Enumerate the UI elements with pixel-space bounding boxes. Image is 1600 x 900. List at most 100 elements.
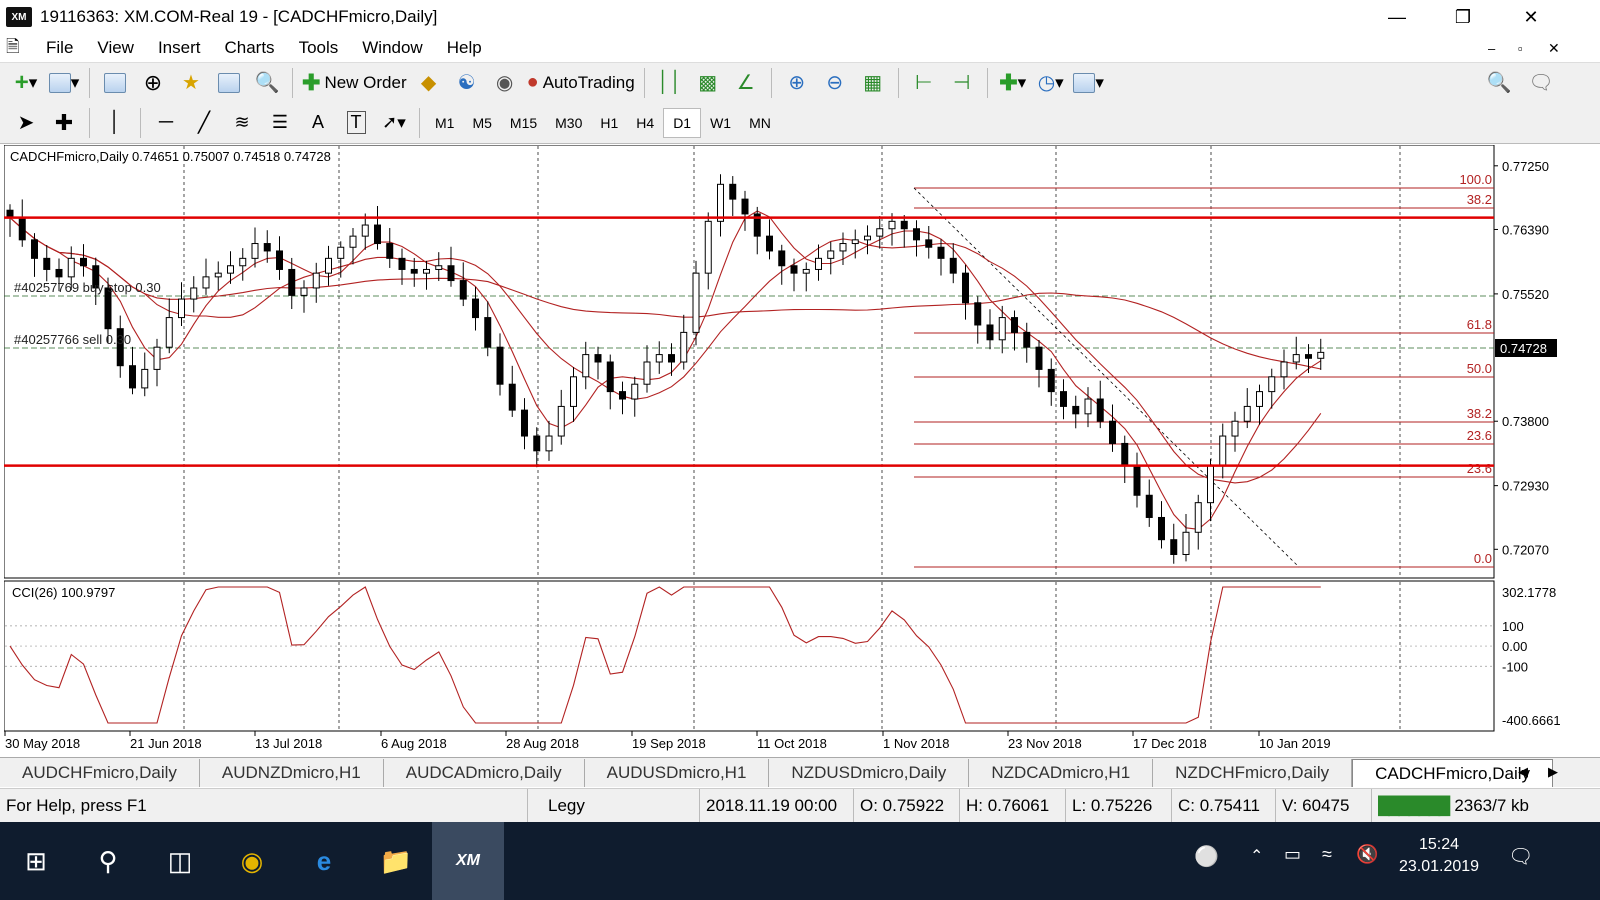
timeframe-m1[interactable]: M1	[426, 108, 463, 138]
timeframe-h1[interactable]: H1	[591, 108, 627, 138]
text-label-button[interactable]: T	[340, 107, 372, 139]
tile-windows-button[interactable]: ▦	[857, 67, 889, 99]
candle-body	[202, 276, 210, 289]
navigator-button[interactable]: ★	[175, 67, 207, 99]
document-icon[interactable]: 🗎	[6, 34, 34, 63]
arrows-button[interactable]: ➚ ▾	[378, 107, 410, 139]
battery-icon[interactable]: ▭	[1284, 844, 1301, 865]
line-chart-button[interactable]: ∠	[730, 67, 762, 99]
tab-audcad-daily[interactable]: AUDCADmicro,Daily	[384, 759, 585, 787]
horizontal-line-button[interactable]: ─	[150, 107, 182, 139]
clock[interactable]: 15:24 23.01.2019	[1394, 834, 1484, 878]
menu-file[interactable]: File	[34, 38, 85, 58]
candle-body	[18, 217, 26, 241]
file-explorer-button[interactable]: 📁	[360, 822, 432, 900]
timeframe-m30[interactable]: M30	[546, 108, 591, 138]
chart-shift-button[interactable]: ⊢	[908, 67, 940, 99]
chart-window[interactable]: 100.0 38.2 61.8 50.0 38.2 23.6 23.6 0.0 0.77250…	[3, 144, 1600, 757]
edge-button[interactable]: e	[288, 822, 360, 900]
search-button[interactable]: 🔍	[1483, 67, 1515, 99]
cursor-icon: ➤	[17, 112, 35, 134]
timeframe-w1[interactable]: W1	[701, 108, 740, 138]
child-minimize-button[interactable]: –	[1488, 41, 1495, 56]
candle-body	[1305, 354, 1312, 359]
signals-button[interactable]: ☯	[451, 67, 483, 99]
close-button[interactable]: ✕	[1508, 0, 1554, 34]
metaeditor-button[interactable]: ◆	[413, 67, 445, 99]
menu-window[interactable]: Window	[350, 38, 434, 58]
timeframe-h4[interactable]: H4	[627, 108, 663, 138]
child-restore-button[interactable]: ▫	[1518, 41, 1523, 56]
tab-audnzd-h1[interactable]: AUDNZDmicro,H1	[200, 759, 384, 787]
candle-body	[1219, 435, 1227, 467]
periods-button[interactable]: ◷ ▾	[1035, 67, 1067, 99]
child-close-button[interactable]: ✕	[1548, 40, 1560, 57]
strategy-tester-button[interactable]: 🔍	[251, 67, 283, 99]
tab-nzdusd-daily[interactable]: NZDUSDmicro,Daily	[769, 759, 970, 787]
candle-body	[815, 257, 822, 270]
templates-button[interactable]: ▾	[1073, 67, 1105, 99]
zoom-in-button[interactable]: ⊕	[781, 67, 813, 99]
magnifier-document-icon: 🔍	[254, 72, 280, 94]
wifi-icon[interactable]: ≈	[1322, 844, 1332, 865]
start-button[interactable]: ⊞	[0, 822, 72, 900]
new-chart-button[interactable]: + ▾	[10, 67, 42, 99]
text-button[interactable]: A	[302, 107, 334, 139]
indicators-button[interactable]: ✚ ▾	[997, 67, 1029, 99]
taskbar-search-button[interactable]: ⚲	[72, 822, 144, 900]
candle-body	[67, 257, 75, 278]
terminal-button[interactable]	[213, 67, 245, 99]
autotrading-button[interactable]: ● AutoTrading	[527, 67, 635, 99]
chrome-button[interactable]: ◉	[216, 822, 288, 900]
vertical-line-button[interactable]: │	[99, 107, 131, 139]
trendline-button[interactable]: ╱	[188, 107, 220, 139]
candle-body	[398, 257, 406, 270]
menu-tools[interactable]: Tools	[287, 38, 351, 58]
app-window: XM 19116363: XM.COM-Real 19 - [CADCHFmic…	[0, 0, 1600, 900]
tray-chevron-icon[interactable]: ⌃	[1250, 846, 1263, 866]
candle-body	[619, 391, 626, 400]
menu-view[interactable]: View	[85, 38, 146, 58]
tab-nzdcad-h1[interactable]: NZDCADmicro,H1	[969, 759, 1154, 787]
people-icon[interactable]: ⚪	[1194, 844, 1219, 869]
autoscroll-button[interactable]: ⊣	[946, 67, 978, 99]
new-order-button[interactable]: ✚ New Order	[302, 67, 407, 99]
profiles-button[interactable]: ▾	[48, 67, 80, 99]
market-button[interactable]: ◉	[489, 67, 521, 99]
tab-scroll-right-icon[interactable]: ▶	[1548, 764, 1558, 780]
zoom-out-button[interactable]: ⊖	[819, 67, 851, 99]
task-view-button[interactable]: ◫	[144, 822, 216, 900]
equidistant-channel-button[interactable]: ≋	[226, 107, 258, 139]
menu-insert[interactable]: Insert	[146, 38, 213, 58]
price-chart[interactable]: 100.0 38.2 61.8 50.0 38.2 23.6 23.6 0.0 0.77250…	[3, 144, 1600, 757]
tab-audusd-h1[interactable]: AUDUSDmicro,H1	[585, 759, 770, 787]
notification-icon[interactable]: 🗨	[1508, 844, 1533, 869]
autotrading-label: AutoTrading	[542, 72, 635, 92]
timeframe-m5[interactable]: M5	[463, 108, 500, 138]
search-icon: ⚲	[98, 845, 118, 876]
fibonacci-button[interactable]: ☰	[264, 107, 296, 139]
chat-button[interactable]: 🗨	[1525, 67, 1557, 99]
restore-button[interactable]: ❐	[1440, 0, 1486, 34]
candle-body	[1072, 405, 1080, 415]
timeframe-mn[interactable]: MN	[740, 108, 780, 138]
minimize-button[interactable]: —	[1374, 0, 1420, 34]
menu-help[interactable]: Help	[435, 38, 494, 58]
date-tick-label: 21 Jun 2018	[130, 736, 202, 751]
tab-audchf-daily[interactable]: AUDCHFmicro,Daily	[0, 759, 200, 787]
candlestick-button[interactable]: ▩	[692, 67, 724, 99]
fib-level-label: 50.0	[1467, 361, 1492, 376]
market-watch-button[interactable]	[99, 67, 131, 99]
menu-charts[interactable]: Charts	[212, 38, 286, 58]
tab-nzdchf-daily[interactable]: NZDCHFmicro,Daily	[1153, 759, 1353, 787]
tab-scroll-left-icon[interactable]: ◀	[1518, 764, 1528, 780]
timeframe-d1[interactable]: D1	[663, 107, 702, 138]
xm-app-button[interactable]: XM	[432, 822, 504, 900]
cursor-button[interactable]: ➤	[10, 107, 42, 139]
bar-chart-button[interactable]: ││	[654, 67, 686, 99]
candle-body	[410, 268, 418, 274]
timeframe-m15[interactable]: M15	[501, 108, 546, 138]
crosshair-button[interactable]: ✚	[48, 107, 80, 139]
volume-muted-icon[interactable]: 🔇	[1356, 844, 1378, 865]
data-window-button[interactable]: ⊕	[137, 67, 169, 99]
